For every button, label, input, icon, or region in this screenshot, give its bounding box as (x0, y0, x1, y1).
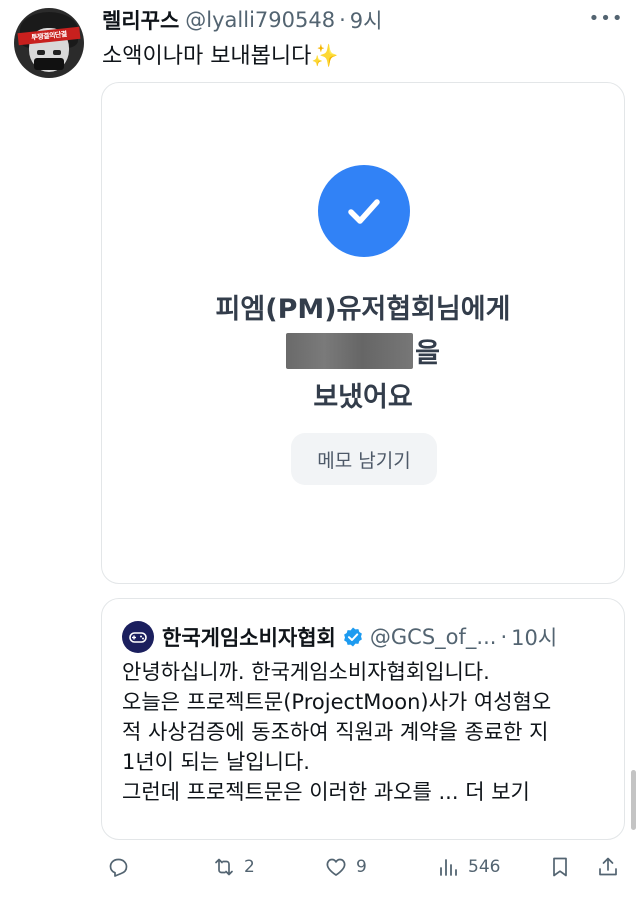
more-options-icon[interactable]: ••• (589, 6, 623, 30)
reply-button[interactable] (106, 850, 138, 884)
reply-icon (109, 858, 128, 877)
tweet-text: 소액이나마 보내봅니다✨ (102, 38, 339, 70)
quoted-tweet[interactable]: 한국게임소비자협회 @GCS_of_... · 10시 안녕하십니까. 한국게임… (101, 598, 625, 840)
quoted-text-line: 안녕하십니까. 한국게임소비자협회입니다. (122, 660, 490, 684)
retweet-button[interactable]: 2 (212, 850, 255, 884)
heart-icon (326, 858, 346, 876)
tweet: 투쟁결의단결 렐리꾸스 @lyalli790548 · 9시 ••• 소액이나마… (0, 0, 640, 904)
quoted-author-avatar[interactable] (122, 621, 154, 653)
avatar-eye (37, 50, 45, 55)
quoted-tweet-text: 안녕하십니까. 한국게임소비자협회입니다. 오늘은 프로젝트문(ProjectM… (122, 657, 618, 807)
transfer-confirmation-card[interactable]: 피엠(PM)유저협회님에게 을 보냈어요 메모 남기기 (101, 82, 625, 584)
quoted-author-handle[interactable]: @GCS_of_... (370, 625, 497, 649)
separator-dot: · (339, 8, 346, 32)
views-chart-icon (440, 859, 457, 876)
share-button[interactable] (596, 850, 620, 884)
quoted-tweet-time[interactable]: 10시 (511, 622, 557, 652)
quoted-text-line: 1년이 되는 날입니다. (122, 750, 310, 774)
tweet-time[interactable]: 9시 (350, 5, 383, 35)
amount-suffix: 을 (415, 338, 440, 369)
transfer-status: 보냈어요 (313, 382, 413, 413)
checkmark-icon (318, 165, 410, 257)
retweet-icon (215, 858, 233, 876)
tweet-header: 렐리꾸스 @lyalli790548 · 9시 (102, 6, 382, 34)
bookmark-button[interactable] (548, 850, 572, 884)
author-name[interactable]: 렐리꾸스 (102, 5, 179, 35)
bookmark-icon (553, 857, 567, 877)
tweet-text-body: 소액이나마 보내봅니다 (102, 44, 312, 69)
quoted-author-name[interactable]: 한국게임소비자협회 (162, 622, 336, 652)
avatar-mask (34, 58, 64, 70)
share-icon (599, 857, 617, 876)
quoted-tweet-header: 한국게임소비자협회 @GCS_of_... · 10시 (162, 621, 557, 653)
avatar-eye (53, 50, 61, 55)
verified-badge-icon (343, 627, 362, 647)
separator-dot: · (500, 625, 508, 649)
quoted-text-line: 오늘은 프로젝트문(ProjectMoon)사가 여성혐오 (122, 690, 552, 714)
transfer-recipient: 피엠(PM)유저협회님에게 (215, 294, 511, 325)
quoted-text-line: 적 사상검증에 동조하여 직원과 계약을 종료한 지 (122, 720, 549, 744)
views-button[interactable]: 546 (436, 850, 500, 884)
transfer-amount-line: 을 (102, 331, 624, 370)
quoted-text-line-show-more[interactable]: 그런데 프로젝트문은 이러한 과오를 ... 더 보기 (122, 777, 618, 807)
retweet-count: 2 (244, 857, 255, 877)
sparkles-emoji: ✨ (311, 44, 339, 69)
like-button[interactable]: 9 (324, 850, 367, 884)
like-count: 9 (356, 857, 367, 877)
scrollbar[interactable] (631, 770, 636, 830)
views-count: 546 (468, 857, 501, 877)
author-handle[interactable]: @lyalli790548 (185, 8, 335, 32)
tweet-actions: 2 9 546 (102, 850, 622, 884)
author-avatar[interactable]: 투쟁결의단결 (14, 8, 84, 78)
leave-memo-button[interactable]: 메모 남기기 (291, 433, 437, 485)
redacted-amount (286, 332, 414, 369)
